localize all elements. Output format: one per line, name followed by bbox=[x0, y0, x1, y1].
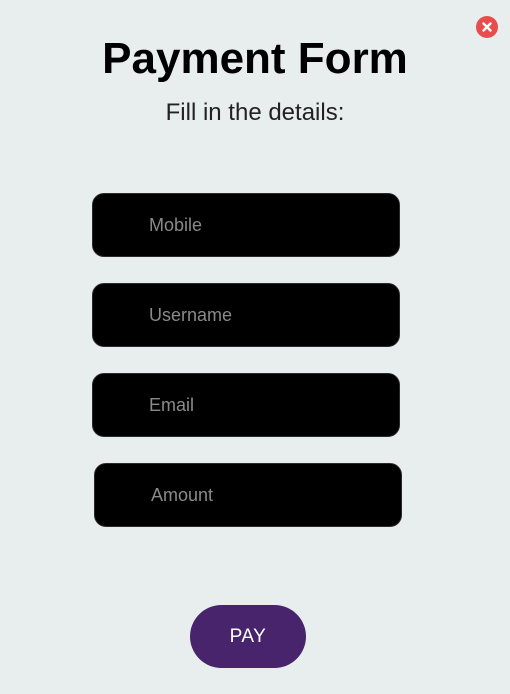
email-input[interactable] bbox=[92, 373, 400, 437]
pay-button[interactable]: PAY bbox=[190, 605, 306, 668]
amount-input[interactable] bbox=[94, 463, 402, 527]
mobile-input[interactable] bbox=[92, 193, 400, 257]
form-title: Payment Form bbox=[102, 34, 408, 83]
form-subtitle: Fill in the details: bbox=[165, 99, 345, 126]
username-input[interactable] bbox=[92, 283, 400, 347]
